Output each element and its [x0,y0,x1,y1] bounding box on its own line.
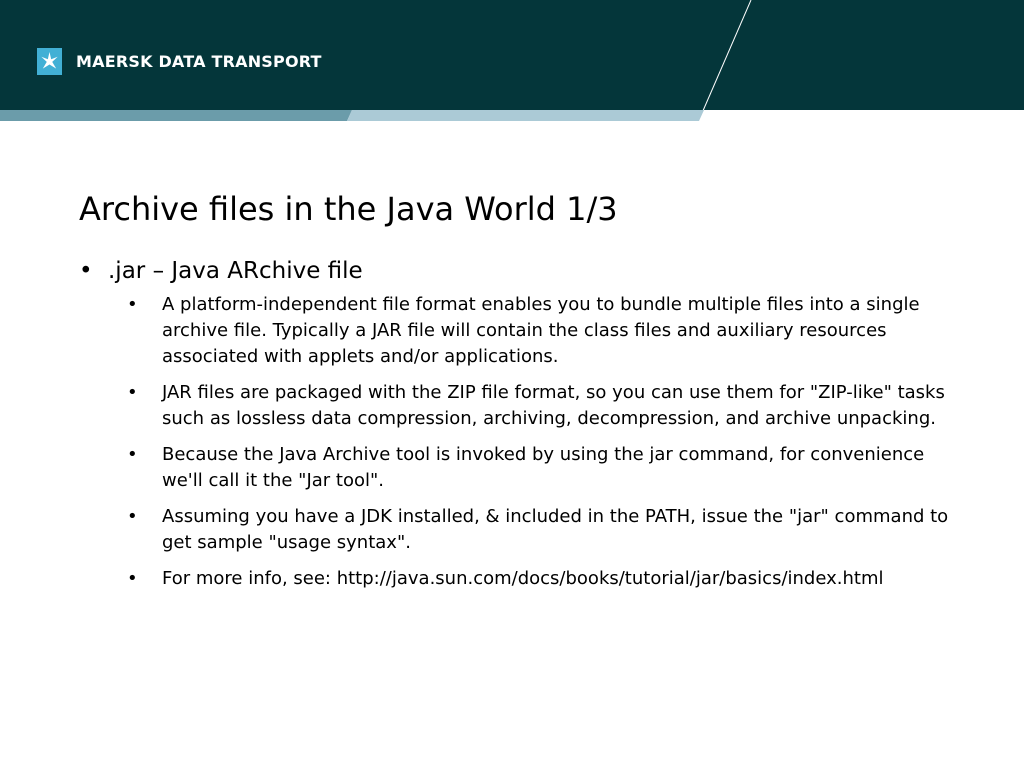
sub-bullet-item: • For more info, see: http://java.sun.com… [127,568,884,589]
sub-bullet-item: • Assuming you have a JDK installed, & in… [127,506,949,553]
sub-bullet-item: • A platform-independent file format enab… [127,294,920,367]
brand-name: MAERSK DATA TRANSPORT [76,52,322,71]
sub-bullet-list: • A platform-independent file format enab… [127,292,957,602]
main-bullet: • .jar – Java ARchive file [79,258,363,284]
sub-bullet-text: JAR files are packaged with the ZIP file… [162,382,945,429]
maersk-star-icon [37,48,62,75]
header-color-band [0,110,704,121]
main-bullet-text: .jar – Java ARchive file [108,258,363,284]
sub-bullet-text: A platform-independent file format enabl… [162,294,920,367]
brand-logo: MAERSK DATA TRANSPORT [37,48,322,75]
sub-bullet-text: Because the Java Archive tool is invoked… [162,444,925,491]
sub-bullet-text: Assuming you have a JDK installed, & inc… [162,506,949,553]
sub-bullet-item: • JAR files are packaged with the ZIP fil… [127,382,945,429]
bullet-marker: • [79,258,93,284]
sub-bullet-item: • Because the Java Archive tool is invoke… [127,444,925,491]
slide-title: Archive files in the Java World 1/3 [79,190,618,228]
sub-bullet-text: For more info, see: http://java.sun.com/… [162,568,884,589]
